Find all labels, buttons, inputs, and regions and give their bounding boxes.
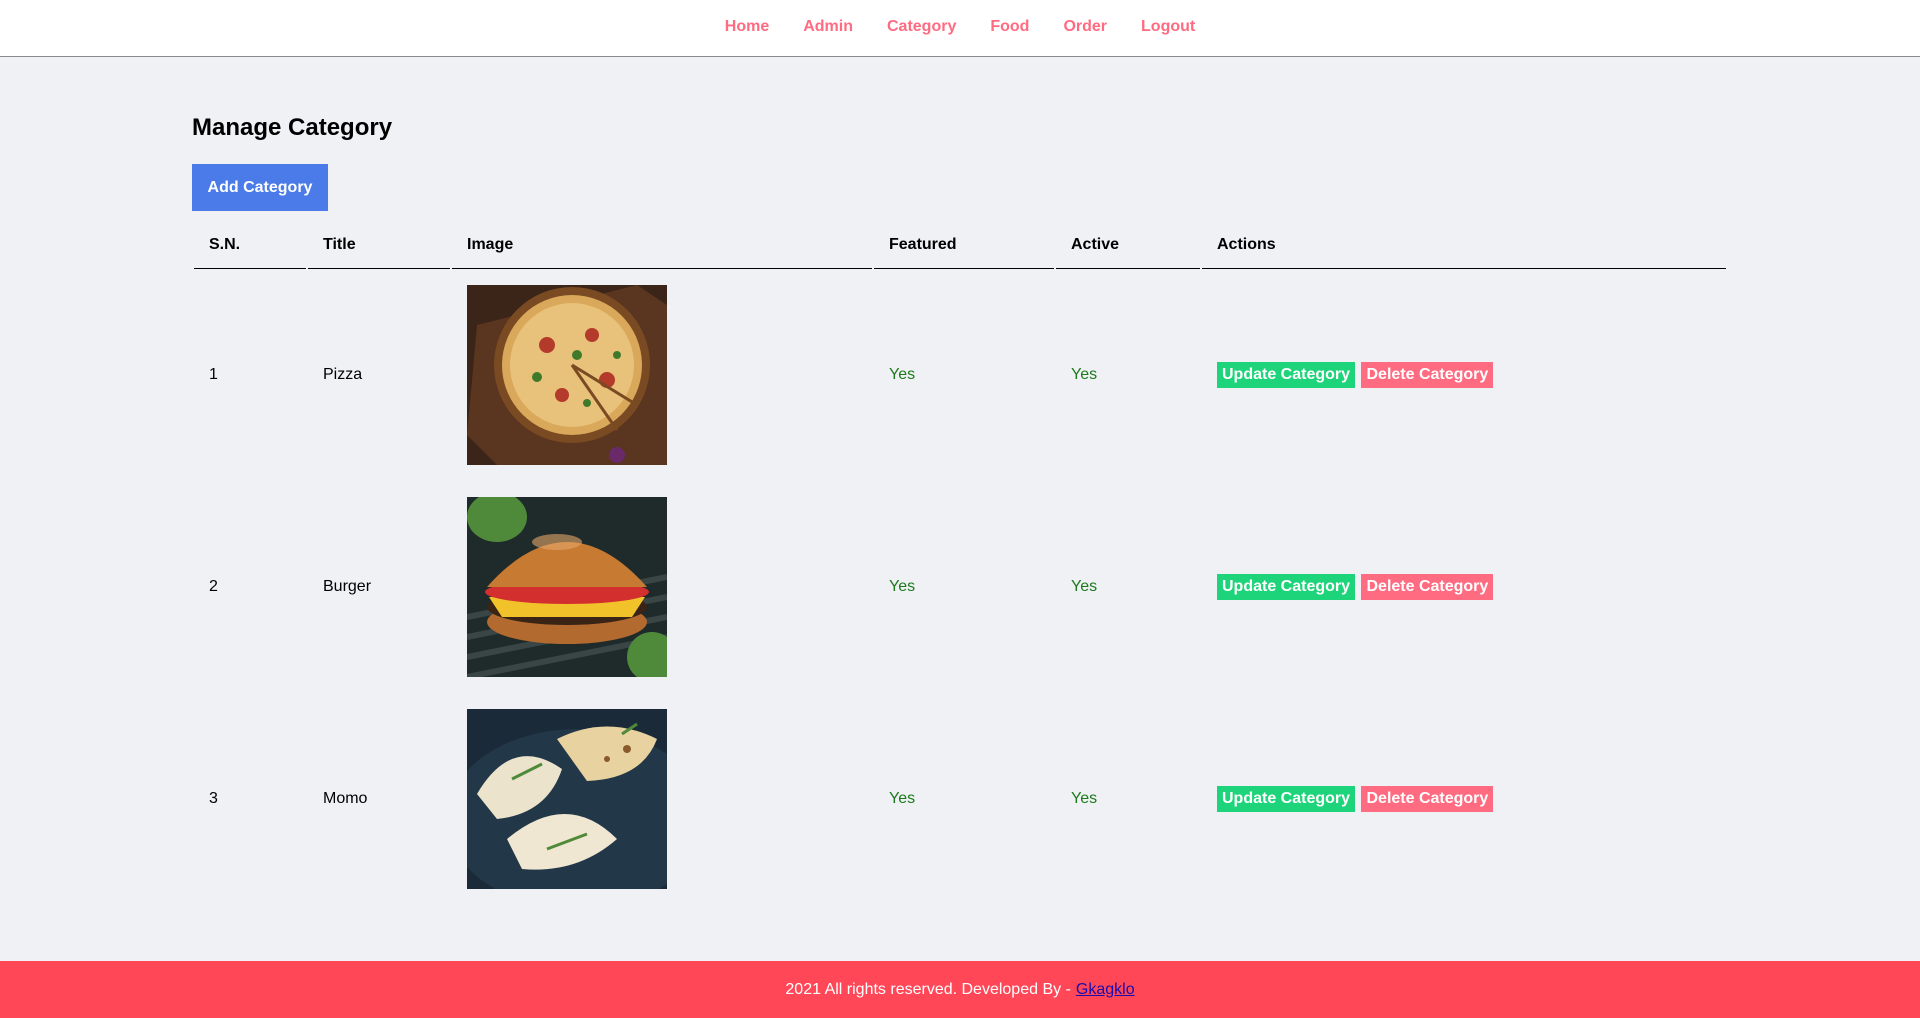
cell-sn: 1 xyxy=(209,366,218,383)
burger-image xyxy=(467,497,667,677)
update-category-button[interactable]: Update Category xyxy=(1217,362,1356,388)
cell-featured: Yes xyxy=(889,578,916,595)
cell-image xyxy=(452,693,872,905)
cell-actions: Update Category Delete Category xyxy=(1202,481,1726,693)
header-image: Image xyxy=(452,222,872,269)
cell-featured: Yes xyxy=(889,366,916,383)
cell-active: Yes xyxy=(1071,790,1098,807)
cell-sn: 3 xyxy=(209,790,218,807)
add-category-button[interactable]: Add Category xyxy=(192,164,328,211)
cell-actions: Update Category Delete Category xyxy=(1202,269,1726,481)
table-row: 2 Burger Yes Yes Update Category Delete … xyxy=(194,481,1726,693)
cell-sn: 2 xyxy=(209,578,218,595)
update-category-button[interactable]: Update Category xyxy=(1217,574,1356,600)
header-sn: S.N. xyxy=(194,222,306,269)
cell-title: Momo xyxy=(323,790,368,807)
header-title: Title xyxy=(308,222,450,269)
cell-title: Pizza xyxy=(323,366,363,383)
top-navbar: Home Admin Category Food Order Logout xyxy=(0,0,1920,57)
delete-category-button[interactable]: Delete Category xyxy=(1361,786,1494,812)
cell-title: Burger xyxy=(323,578,372,595)
nav-logout-link[interactable]: Logout xyxy=(1141,18,1195,36)
cell-image xyxy=(452,269,872,481)
nav-home-link[interactable]: Home xyxy=(725,18,769,36)
momo-image xyxy=(467,709,667,889)
cell-actions: Update Category Delete Category xyxy=(1202,693,1726,905)
cell-active: Yes xyxy=(1071,366,1098,383)
nav-category-link[interactable]: Category xyxy=(887,18,956,36)
cell-image xyxy=(452,481,872,693)
nav-admin-link[interactable]: Admin xyxy=(803,18,853,36)
cell-featured: Yes xyxy=(889,790,916,807)
footer: 2021 All rights reserved. Developed By -… xyxy=(0,961,1920,1018)
nav-order-link[interactable]: Order xyxy=(1063,18,1107,36)
cell-active: Yes xyxy=(1071,578,1098,595)
delete-category-button[interactable]: Delete Category xyxy=(1361,574,1494,600)
header-featured: Featured xyxy=(874,222,1054,269)
page-title: Manage Category xyxy=(192,114,393,141)
update-category-button[interactable]: Update Category xyxy=(1217,786,1356,812)
header-actions: Actions xyxy=(1202,222,1726,269)
delete-category-button[interactable]: Delete Category xyxy=(1361,362,1494,388)
table-row: 3 Momo Yes Yes Update Category Delete Ca… xyxy=(194,693,1726,905)
category-table: S.N. Title Image Featured Active Actions… xyxy=(192,222,1728,905)
footer-text: 2021 All rights reserved. Developed By - xyxy=(785,980,1071,998)
footer-developer-link[interactable]: Gkagklo xyxy=(1076,981,1135,999)
pizza-image xyxy=(467,285,667,465)
nav-food-link[interactable]: Food xyxy=(990,18,1029,36)
header-active: Active xyxy=(1056,222,1200,269)
table-header-row: S.N. Title Image Featured Active Actions xyxy=(194,222,1726,269)
main-nav: Home Admin Category Food Order Logout xyxy=(0,18,1920,36)
table-row: 1 Pizza Yes Yes Update Category Delete C… xyxy=(194,269,1726,481)
